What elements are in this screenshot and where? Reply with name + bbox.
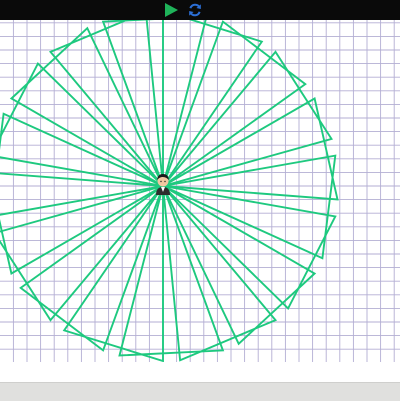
- reset-button[interactable]: [186, 1, 204, 19]
- toolbar: [0, 0, 400, 20]
- drawing-canvas[interactable]: [0, 20, 400, 362]
- refresh-icon: [189, 3, 201, 17]
- canvas-svg: [0, 20, 400, 362]
- canvas-bottom-margin: [0, 362, 400, 382]
- drawn-triangle: [162, 20, 264, 190]
- status-bar: [0, 382, 400, 401]
- run-button[interactable]: [162, 1, 180, 19]
- drawn-triangle: [62, 182, 164, 362]
- play-icon: [165, 3, 178, 17]
- grid: [0, 20, 400, 362]
